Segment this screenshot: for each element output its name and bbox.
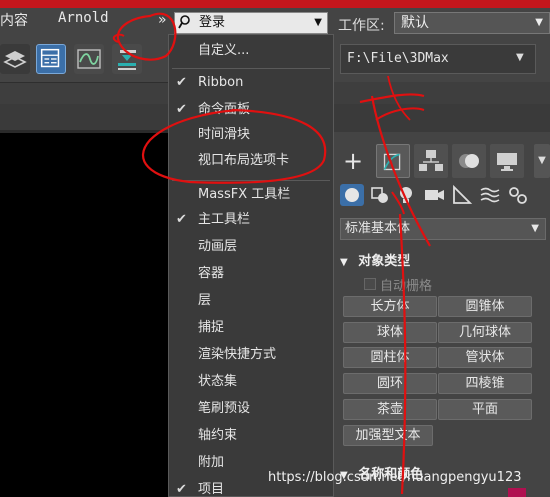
login-label: 登录: [199, 15, 226, 30]
menu-overflow-icon[interactable]: »: [158, 12, 167, 28]
menu-item-toggle[interactable]: MassFX 工具栏: [198, 182, 290, 208]
curve-editor-icon[interactable]: [74, 44, 104, 74]
motion-tab-icon[interactable]: [452, 144, 486, 178]
scene-explorer-icon[interactable]: [36, 44, 66, 74]
checkmark-icon: ✔: [176, 75, 187, 90]
menu-item-toggle[interactable]: 命令面板: [198, 97, 250, 123]
object-type-button[interactable]: 球体: [343, 322, 437, 343]
menu-item-toggle[interactable]: 附加: [198, 450, 224, 476]
dope-sheet-icon[interactable]: [112, 44, 142, 74]
menu-item-toggle[interactable]: 层: [198, 288, 211, 314]
menu-item-toggle[interactable]: 主工具栏: [198, 207, 250, 233]
camera-icon[interactable]: [422, 184, 446, 206]
checkmark-icon: ✔: [176, 482, 187, 497]
object-type-rollout-header[interactable]: ▼ 对象类型: [340, 250, 410, 269]
menu-item-customize[interactable]: 自定义...: [198, 38, 249, 64]
object-type-button[interactable]: 长方体: [343, 296, 437, 317]
menu-item-toggle[interactable]: 动画层: [198, 234, 237, 260]
object-type-button[interactable]: 几何球体: [438, 322, 532, 343]
toolbar-row-right: [332, 104, 550, 132]
title-strip: [0, 0, 550, 8]
create-tab[interactable]: +: [336, 144, 370, 178]
object-type-button[interactable]: 圆锥体: [438, 296, 532, 317]
collapse-icon: ▼: [340, 257, 348, 268]
object-type-button[interactable]: 加强型文本: [343, 425, 433, 446]
chevron-down-icon: ▼: [535, 17, 543, 28]
ribbon-row-right: [332, 82, 550, 104]
chevron-down-icon[interactable]: ▼: [516, 52, 524, 63]
menu-item-content[interactable]: 内容: [0, 10, 28, 30]
menu-item-toggle[interactable]: 时间滑块: [198, 122, 250, 148]
menu-item-toggle[interactable]: 状态集: [198, 369, 237, 395]
object-type-button[interactable]: 茶壶: [343, 399, 437, 420]
customize-ui-menu: [168, 34, 334, 497]
object-type-button[interactable]: 平面: [438, 399, 532, 420]
menu-item-toggle[interactable]: 渲染快捷方式: [198, 342, 276, 368]
layers-icon[interactable]: [0, 44, 30, 74]
category-dropdown[interactable]: 标准基本体 ▼: [340, 218, 546, 240]
chevron-down-icon[interactable]: ▼: [534, 144, 550, 178]
geometry-icon[interactable]: [340, 184, 364, 206]
menu-item-arnold[interactable]: Arnold: [58, 10, 109, 26]
ribbon-row: [0, 82, 170, 104]
autogrid-label: 自动栅格: [380, 279, 433, 294]
login-dropdown[interactable]: 登录 ▼: [174, 12, 328, 34]
category-value: 标准基本体: [345, 221, 411, 236]
object-type-header: 对象类型: [358, 254, 411, 269]
systems-icon[interactable]: [506, 184, 530, 206]
viewport-tabs-row: [0, 104, 170, 130]
menu-item-toggle[interactable]: 容器: [198, 261, 224, 287]
menu-item-toggle[interactable]: 视口布局选项卡: [198, 148, 289, 174]
viewport[interactable]: [0, 130, 170, 497]
lights-icon[interactable]: [394, 184, 418, 206]
menu-item-toggle[interactable]: 笔刷预设: [198, 396, 250, 422]
helpers-icon[interactable]: [450, 184, 474, 206]
color-swatch[interactable]: [508, 488, 526, 497]
object-type-button[interactable]: 四棱锥: [438, 373, 532, 394]
autogrid-checkbox[interactable]: [364, 278, 376, 290]
object-type-button[interactable]: 圆柱体: [343, 347, 437, 368]
workspace-label: 工作区:: [338, 18, 385, 34]
workspace-value: 默认: [401, 15, 429, 31]
menu-item-toggle[interactable]: 捕捉: [198, 315, 224, 341]
menu-separator: [172, 180, 330, 181]
space-warps-icon[interactable]: [478, 184, 502, 206]
checkmark-icon: ✔: [176, 102, 187, 117]
search-icon: [178, 15, 190, 29]
menu-item-toggle[interactable]: 轴约束: [198, 423, 237, 449]
chevron-down-icon: ▼: [314, 17, 322, 28]
object-type-button[interactable]: 管状体: [438, 347, 532, 368]
modify-tab-icon[interactable]: [376, 144, 410, 178]
hierarchy-tab-icon[interactable]: [414, 144, 448, 178]
workspace-dropdown[interactable]: 默认 ▼: [394, 12, 550, 34]
shapes-icon[interactable]: [368, 184, 392, 206]
menu-item-toggle[interactable]: Ribbon: [198, 70, 243, 96]
menu-separator: [172, 68, 330, 69]
watermark: https://blog.csdn.net/huangpengyu123: [268, 470, 522, 485]
chevron-down-icon: ▼: [531, 223, 539, 234]
menu-item-toggle[interactable]: 项目: [198, 477, 224, 497]
checkmark-icon: ✔: [176, 212, 187, 227]
display-tab-icon[interactable]: [490, 144, 524, 178]
project-path-field[interactable]: F:\File\3DMax: [340, 44, 536, 74]
object-type-button[interactable]: 圆环: [343, 373, 437, 394]
